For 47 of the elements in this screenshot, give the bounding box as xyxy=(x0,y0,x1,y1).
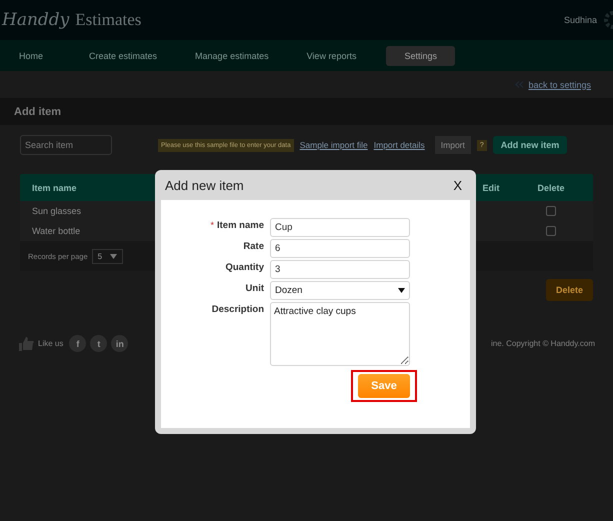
thumbs-up-icon xyxy=(18,336,34,351)
logo-script: Handdy xyxy=(2,10,70,30)
column-header: Delete xyxy=(536,182,566,192)
table-cell-text: Water bottle xyxy=(32,226,82,236)
nav-tab[interactable]: Create estimates xyxy=(81,46,166,64)
input-field[interactable]: 6 xyxy=(270,239,410,258)
import-link[interactable]: Import details xyxy=(374,140,425,150)
like-label: Like us xyxy=(38,339,64,348)
user-name[interactable]: Sudhina xyxy=(564,15,597,25)
field-label: Item name xyxy=(217,220,264,231)
back-link[interactable]: back to settings xyxy=(528,80,591,90)
close-button[interactable]: X xyxy=(449,178,466,192)
nav-tab[interactable]: Manage estimates xyxy=(187,46,277,64)
import-link[interactable]: Sample import file xyxy=(300,140,368,150)
section-title: Add item xyxy=(14,106,62,118)
add-item-button[interactable]: Add new item xyxy=(492,136,568,154)
row-checkbox[interactable] xyxy=(546,226,556,236)
column-header: Item name xyxy=(32,182,78,192)
column-header: Edit xyxy=(482,182,500,192)
search-field[interactable]: Search item xyxy=(20,135,112,155)
required-mark: * xyxy=(210,220,214,231)
caret-icon xyxy=(110,254,118,258)
social-icon[interactable]: in xyxy=(111,335,128,352)
unit-select[interactable]: Dozen xyxy=(270,281,410,300)
social-icon[interactable]: f xyxy=(69,335,86,352)
description-field[interactable]: Attractive clay cups xyxy=(270,302,410,366)
caret-icon xyxy=(398,288,405,293)
social-icon[interactable]: t xyxy=(90,335,108,352)
modal-title: Add new item xyxy=(165,178,244,192)
logo-text: Estimates xyxy=(75,10,142,30)
records-select[interactable]: 5 xyxy=(92,248,124,264)
delete-button[interactable]: Delete xyxy=(546,279,593,301)
table-cell-text: Sun glasses xyxy=(32,206,82,216)
import-button[interactable]: Import xyxy=(434,136,471,154)
input-field[interactable]: Cup xyxy=(270,218,410,237)
field-label: Description xyxy=(212,304,264,315)
copyright-text: ine. Copyright © Handdy.com xyxy=(490,339,595,348)
nav-tab[interactable]: Settings xyxy=(386,46,455,66)
input-field[interactable]: 3 xyxy=(270,260,410,279)
field-label: Rate xyxy=(243,241,264,252)
gear-icon[interactable] xyxy=(601,11,613,29)
double-chevron-icon xyxy=(515,81,524,88)
field-label: Unit xyxy=(246,283,264,294)
nav-tab[interactable]: View reports xyxy=(298,46,364,64)
nav-tab[interactable]: Home xyxy=(19,46,52,64)
row-checkbox[interactable] xyxy=(546,206,556,216)
field-label: Quantity xyxy=(225,262,264,273)
